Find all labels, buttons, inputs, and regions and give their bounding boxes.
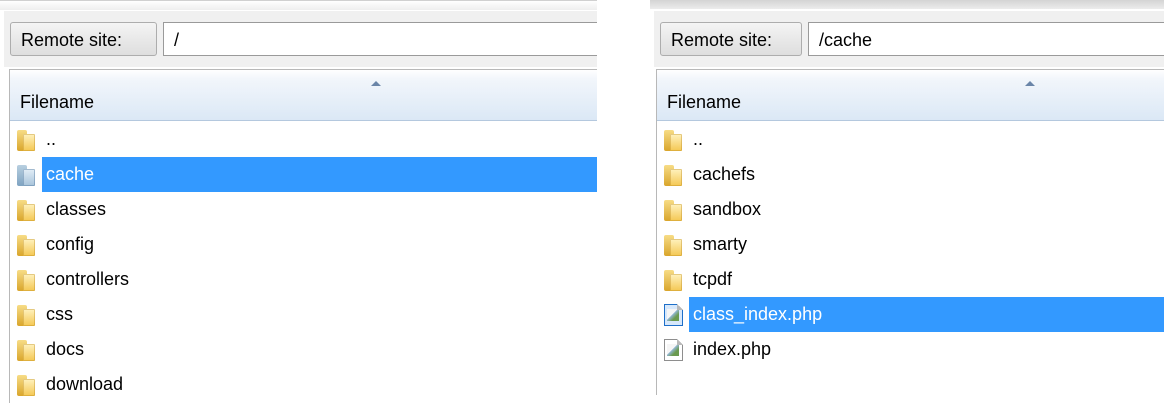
php-file-icon — [664, 304, 683, 326]
folder-icon — [17, 199, 39, 221]
filename-label: .. — [46, 129, 57, 149]
folder-row[interactable]: .. — [10, 122, 597, 157]
filename-label: download — [46, 374, 124, 394]
folder-row[interactable]: cache — [10, 157, 597, 192]
filename-label: smarty — [693, 234, 747, 254]
remote-path-input[interactable]: /cache — [808, 22, 1164, 56]
folder-icon — [664, 234, 686, 256]
folder-row[interactable]: css — [10, 297, 597, 332]
folder-icon — [17, 164, 39, 186]
folder-icon — [17, 129, 39, 151]
folder-row[interactable]: cachefs — [657, 157, 1164, 192]
folder-row[interactable]: classes — [10, 192, 597, 227]
file-row[interactable]: class_index.php — [657, 297, 1164, 332]
right-remote-panel: Remote site: /cache Filename .. cachefs sa… — [650, 0, 1164, 395]
folder-row[interactable]: sandbox — [657, 192, 1164, 227]
filename-label: tcpdf — [693, 269, 733, 289]
panel-top-border — [650, 0, 1164, 9]
filename-label: config — [46, 234, 95, 254]
folder-icon — [17, 304, 39, 326]
filename-column-label: Filename — [20, 92, 95, 112]
filename-label: cache — [42, 157, 597, 192]
filename-label: .. — [693, 129, 704, 149]
sort-ascending-icon — [371, 81, 381, 86]
folder-icon — [664, 269, 686, 291]
folder-row[interactable]: smarty — [657, 227, 1164, 262]
folder-row[interactable]: config — [10, 227, 597, 262]
remote-site-bar: Remote site: / — [4, 11, 597, 67]
remote-site-label: Remote site: — [660, 22, 802, 56]
remote-site-label: Remote site: — [10, 22, 157, 56]
folder-icon — [17, 269, 39, 291]
left-remote-panel: Remote site: / Filename .. cache classes co… — [0, 0, 597, 403]
file-rows: .. cache classes config controllers css docs do… — [10, 122, 597, 402]
filename-label: index.php — [693, 339, 772, 359]
folder-icon — [664, 129, 686, 151]
folder-icon — [17, 374, 39, 396]
filename-label: class_index.php — [689, 297, 1164, 332]
filename-label: docs — [46, 339, 85, 359]
filename-label: sandbox — [693, 199, 762, 219]
folder-row[interactable]: download — [10, 367, 597, 402]
folder-row[interactable]: controllers — [10, 262, 597, 297]
filename-column-header[interactable]: Filename — [10, 70, 597, 121]
filename-label: css — [46, 304, 73, 324]
remote-file-list[interactable]: Filename .. cache classes config controllers… — [9, 69, 597, 403]
sort-ascending-icon — [1025, 81, 1035, 86]
folder-row[interactable]: docs — [10, 332, 597, 367]
file-rows: .. cachefs sandbox smarty tcpdf class_index.p… — [657, 122, 1164, 367]
filename-label: cachefs — [693, 164, 756, 184]
php-file-icon — [664, 339, 683, 361]
filename-label: controllers — [46, 269, 130, 289]
filename-column-label: Filename — [667, 92, 742, 112]
folder-row[interactable]: tcpdf — [657, 262, 1164, 297]
folder-icon — [664, 199, 686, 221]
folder-icon — [17, 234, 39, 256]
folder-icon — [17, 339, 39, 361]
folder-row[interactable]: .. — [657, 122, 1164, 157]
panel-top-border — [0, 0, 597, 10]
filename-label: classes — [46, 199, 107, 219]
remote-file-list[interactable]: Filename .. cachefs sandbox smarty tcpdf clas… — [656, 69, 1164, 395]
file-row[interactable]: index.php — [657, 332, 1164, 367]
remote-path-input[interactable]: / — [163, 22, 597, 56]
filename-column-header[interactable]: Filename — [657, 70, 1164, 121]
folder-icon — [664, 164, 686, 186]
remote-site-bar: Remote site: /cache — [654, 11, 1164, 67]
